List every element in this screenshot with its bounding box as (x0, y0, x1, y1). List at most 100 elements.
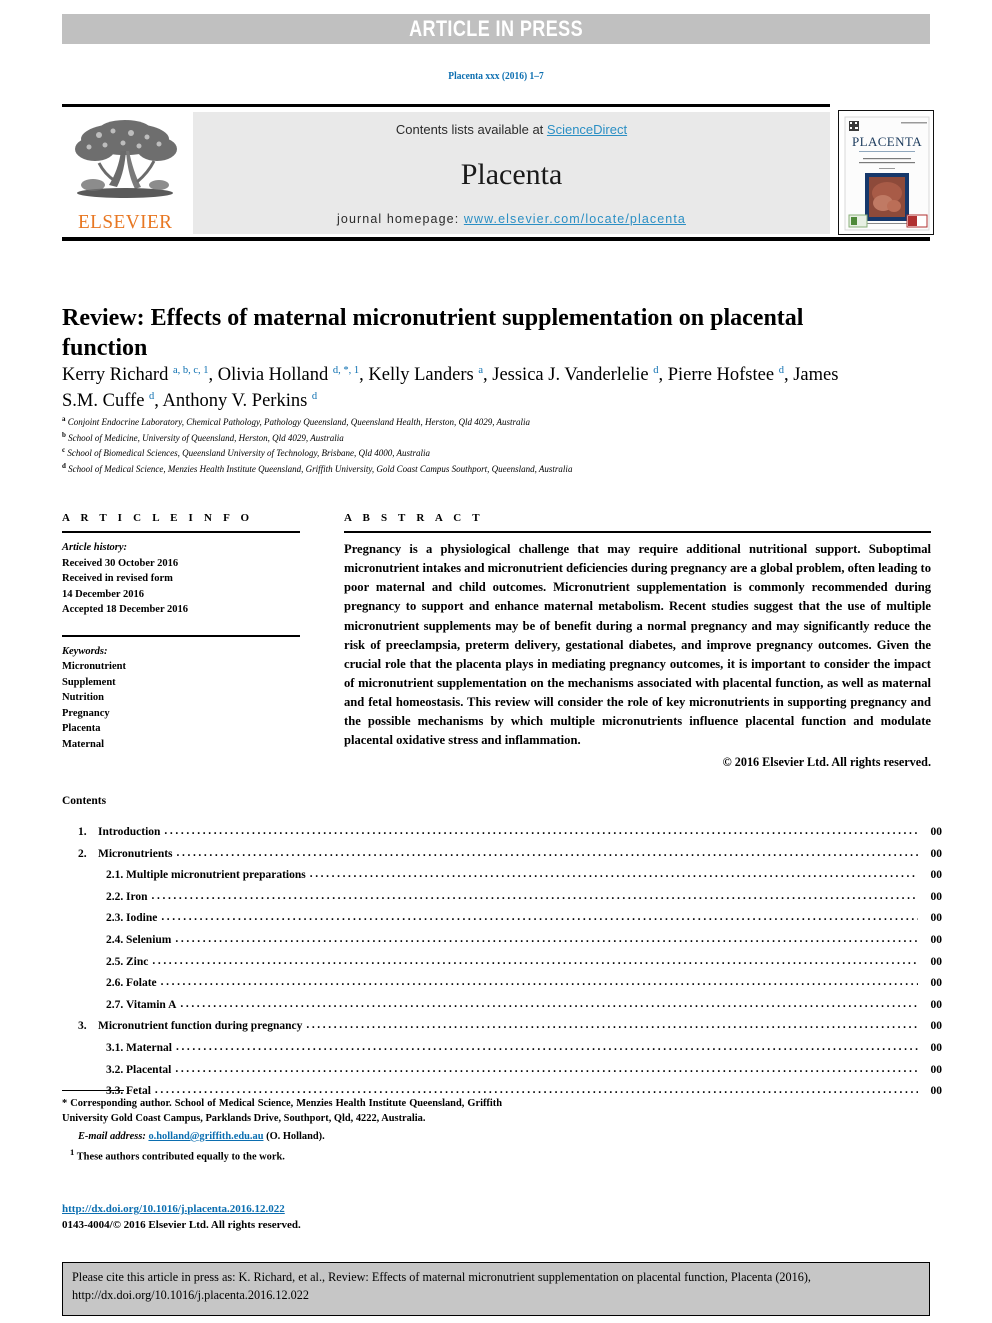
article-in-press-label: ARTICLE IN PRESS (409, 16, 583, 41)
contents-section: Contents 1. Introduction.................… (62, 795, 942, 1103)
contents-leader-dots: ........................................… (306, 1019, 918, 1032)
author-separator: , (154, 391, 163, 412)
contents-lists-prefix: Contents lists available at (395, 122, 547, 137)
doi-block: http://dx.doi.org/10.1016/j.placenta.201… (62, 1199, 502, 1231)
affiliation-item: c School of Biomedical Sciences, Queensl… (62, 445, 852, 461)
keyword-item: Nutrition (62, 692, 104, 704)
affiliation-text: School of Medicine, University of Queens… (65, 432, 344, 443)
contents-entry-page: 00 (930, 1020, 943, 1033)
journal-cover-image: PLACENTA (839, 111, 933, 234)
contents-entry[interactable]: 3.2. Placental...........................… (62, 1060, 942, 1082)
contents-list: 1. Introduction..........................… (62, 822, 942, 1103)
contents-entry-page: 00 (930, 998, 943, 1011)
running-head: Placenta xxx (2016) 1–7 (448, 70, 544, 82)
article-info-spacer (62, 618, 300, 628)
contents-entry[interactable]: 2.1. Multiple micronutrient preparations.… (62, 865, 942, 887)
contents-entry-number: 3.1. (106, 1042, 124, 1055)
contents-entry[interactable]: 3.1. Maternal............................… (62, 1038, 942, 1060)
contents-entry-page: 00 (930, 1063, 943, 1076)
article-history-received: Received 30 October 2016 (62, 557, 179, 569)
contents-entry-page: 00 (930, 890, 943, 903)
contents-entry[interactable]: 1. Introduction..........................… (62, 822, 942, 844)
author-name: Anthony V. Perkins (162, 391, 312, 412)
author-name: Kelly Landers (368, 365, 479, 385)
masthead-top-rule (62, 104, 830, 107)
contents-entry[interactable]: 2.5. Zinc................................… (62, 952, 942, 974)
author-affiliation-marker: a, b, c, 1 (172, 364, 209, 376)
contents-leader-dots: ........................................… (180, 997, 918, 1010)
contents-entry-number: 2.3. (106, 912, 124, 925)
contents-entry-page: 00 (930, 934, 943, 947)
contents-entry-page: 00 (930, 955, 943, 968)
article-info-column: A R T I C L E I N F O Article history: R… (62, 512, 300, 752)
contents-entry-label: Selenium (126, 934, 172, 947)
contents-entry[interactable]: 2. Micronutrients........................… (62, 844, 942, 866)
contents-leader-dots: ........................................… (152, 954, 918, 967)
author-list: Kerry Richard a, b, c, 1, Olivia Holland… (62, 362, 852, 415)
contents-entry-number: 2. (78, 847, 87, 860)
masthead-bottom-rule (62, 237, 930, 241)
sciencedirect-link[interactable]: ScienceDirect (547, 122, 627, 137)
journal-homepage-link[interactable]: www.elsevier.com/locate/placenta (464, 212, 686, 226)
contents-entry-label: Vitamin A (126, 998, 177, 1011)
author-separator: , (359, 365, 369, 385)
contents-leader-dots: ........................................… (164, 825, 918, 837)
contents-entry-page: 00 (930, 1042, 943, 1055)
keyword-item: Pregnancy (62, 707, 110, 719)
author-separator: , (483, 365, 493, 385)
author-separator: , (783, 365, 794, 385)
affiliation-item: b School of Medicine, University of Quee… (62, 430, 852, 446)
contents-entry[interactable]: 2.4. Selenium............................… (62, 930, 942, 952)
contents-entry-label: Iron (126, 890, 148, 903)
contents-entry-number: 3. (78, 1020, 87, 1033)
affiliation-item: a Conjoint Endocrine Laboratory, Chemica… (62, 414, 852, 430)
contents-heading: Contents (62, 795, 107, 807)
author-separator: , (208, 365, 218, 385)
abstract-heading: A B S T R A C T (344, 512, 484, 524)
keyword-item: Micronutrient (62, 661, 126, 673)
contents-entry-label: Introduction (98, 826, 161, 838)
contents-entry-label: Zinc (126, 955, 149, 968)
contents-leader-dots: ........................................… (161, 911, 918, 924)
author-affiliation-marker: d (311, 391, 318, 403)
contents-entry-label: Folate (126, 977, 157, 990)
contents-leader-dots: ........................................… (175, 1041, 918, 1054)
contents-entry-label: Iodine (126, 912, 158, 925)
journal-title: Placenta (460, 157, 563, 191)
journal-cover-thumbnail: PLACENTA (838, 110, 934, 235)
affiliation-text: Conjoint Endocrine Laboratory, Chemical … (65, 417, 531, 427)
contents-entry[interactable]: 2.2. Iron................................… (62, 887, 942, 909)
contents-entry[interactable]: 2.7. Vitamin A...........................… (62, 995, 942, 1017)
contents-entry-number: 2.7. (106, 998, 124, 1011)
article-history-revised-date: 14 December 2016 (62, 588, 145, 600)
author-name: Kerry Richard (62, 365, 173, 385)
svg-text:PLACENTA: PLACENTA (852, 134, 922, 149)
elsevier-logo: ELSEVIER (62, 112, 188, 234)
email-link[interactable]: o.holland@griffith.edu.au (148, 1131, 263, 1142)
issn-copyright-line: 0143-4004/© 2016 Elsevier Ltd. All right… (62, 1219, 301, 1231)
affiliation-item: d School of Medical Science, Menzies Hea… (62, 461, 852, 477)
contents-entry[interactable]: 2.3. Iodine..............................… (62, 908, 942, 930)
abstract-divider (344, 531, 931, 533)
contents-entry-number: 2.6. (106, 977, 124, 990)
contents-entry-label: Micronutrients (98, 847, 173, 860)
citation-text: Please cite this article in press as: K.… (72, 1270, 811, 1302)
email-label: E-mail address: (78, 1130, 146, 1142)
contents-leader-dots: ........................................… (175, 1062, 918, 1075)
keyword-item: Maternal (62, 738, 104, 750)
contents-entry[interactable]: 2.6. Folate..............................… (62, 973, 942, 995)
email-owner: (O. Holland). (266, 1130, 325, 1142)
page-title: Review: Effects of maternal micronutrien… (62, 305, 804, 362)
affiliation-list: a Conjoint Endocrine Laboratory, Chemica… (62, 414, 852, 476)
affiliation-text: School of Biomedical Sciences, Queenslan… (65, 448, 431, 459)
contents-entry-page: 00 (930, 847, 943, 860)
article-history-accepted: Accepted 18 December 2016 (62, 604, 189, 616)
citation-box: Please cite this article in press as: K.… (62, 1262, 930, 1316)
contents-leader-dots: ........................................… (309, 868, 918, 881)
doi-link[interactable]: http://dx.doi.org/10.1016/j.placenta.201… (62, 1203, 285, 1215)
contents-leader-dots: ........................................… (151, 889, 918, 902)
abstract-copyright: © 2016 Elsevier Ltd. All rights reserved… (722, 754, 931, 769)
contents-entry-number: 2.5. (106, 955, 124, 968)
contents-entry-number: 2.2. (106, 890, 124, 903)
contents-entry[interactable]: 3. Micronutrient function during pregnanc… (62, 1016, 942, 1038)
